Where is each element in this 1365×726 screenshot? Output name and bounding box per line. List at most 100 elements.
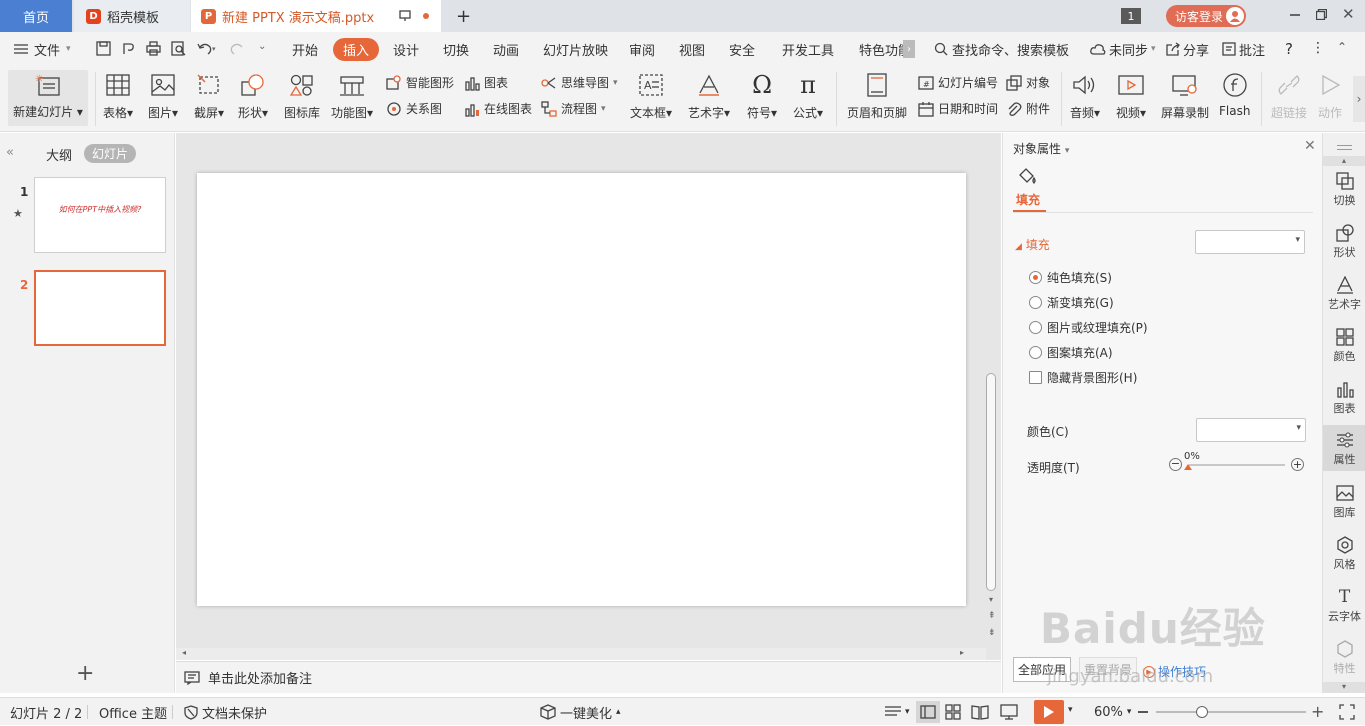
screen-record-button[interactable]: 屏幕录制 bbox=[1161, 70, 1209, 121]
zoom-level[interactable]: 60% ▾ bbox=[1094, 698, 1131, 726]
scroll-left-icon[interactable]: ◂ bbox=[182, 648, 186, 657]
vertical-scrollbar-thumb[interactable] bbox=[986, 373, 996, 591]
add-slide-plus-icon[interactable]: + bbox=[76, 663, 94, 685]
screenshot-button[interactable]: 截屏▾ bbox=[194, 70, 224, 121]
redo-icon[interactable] bbox=[230, 41, 245, 56]
sidebar-scroll-down-icon[interactable]: ▾ bbox=[1323, 682, 1365, 693]
export-icon[interactable] bbox=[121, 41, 136, 56]
help-icon[interactable]: ? bbox=[1285, 40, 1293, 58]
slides-tab[interactable]: 幻灯片 bbox=[84, 144, 137, 163]
menu-insert[interactable]: 插入 bbox=[333, 32, 380, 66]
close-window-icon[interactable]: ✕ bbox=[1342, 5, 1355, 23]
share-button[interactable]: 分享 bbox=[1166, 32, 1209, 66]
current-slide[interactable] bbox=[197, 173, 966, 606]
quick-access-dropdown-icon[interactable]: ⌄ bbox=[258, 41, 266, 52]
previous-slide-icon[interactable]: ⇞ bbox=[988, 611, 996, 621]
play-dropdown-icon[interactable]: ▾ bbox=[1068, 705, 1073, 715]
action-button[interactable]: 动作 bbox=[1318, 70, 1342, 121]
transparency-minus-icon[interactable]: − bbox=[1169, 458, 1182, 471]
slide-sorter-view-icon[interactable] bbox=[945, 704, 961, 720]
function-chart-button[interactable]: 功能图▾ bbox=[331, 70, 373, 121]
horizontal-scrollbar[interactable]: ◂ ▸ bbox=[176, 648, 986, 660]
window-count-badge[interactable]: 1 bbox=[1121, 8, 1141, 24]
side-tool-features[interactable]: 特性 bbox=[1323, 638, 1365, 676]
table-button[interactable]: 表格▾ bbox=[103, 70, 133, 121]
flowchart-button[interactable]: 流程图 ▾ bbox=[541, 100, 606, 117]
slide-number-button[interactable]: # 幻灯片编号 bbox=[918, 74, 998, 91]
collapse-panel-icon[interactable]: « bbox=[6, 145, 14, 160]
reading-view-icon[interactable] bbox=[971, 704, 989, 720]
side-tool-color[interactable]: 颜色 bbox=[1323, 326, 1365, 364]
side-tool-style[interactable]: 风格 bbox=[1323, 534, 1365, 572]
menu-review[interactable]: 审阅 bbox=[629, 32, 655, 66]
audio-button[interactable]: 音频▾ bbox=[1070, 70, 1100, 121]
slide-thumbnail[interactable]: 如何在PPT中插入视频? bbox=[34, 177, 166, 253]
mind-map-button[interactable]: 思维导图 ▾ bbox=[541, 74, 618, 91]
attachment-button[interactable]: 附件 bbox=[1006, 100, 1050, 117]
document-protection[interactable]: 文档未保护 bbox=[184, 698, 267, 726]
color-dropdown[interactable] bbox=[1196, 418, 1306, 442]
online-chart-button[interactable]: 在线图表 bbox=[464, 100, 532, 117]
object-button[interactable]: 对象 bbox=[1006, 74, 1050, 91]
sync-status[interactable]: 未同步 ▾ bbox=[1090, 32, 1156, 66]
play-slideshow-button[interactable] bbox=[1034, 700, 1064, 724]
symbol-button[interactable]: Ω 符号▾ bbox=[747, 70, 777, 121]
pane-title[interactable]: 对象属性 ▾ bbox=[1013, 140, 1069, 157]
textbox-button[interactable]: A 文本框▾ bbox=[630, 70, 672, 121]
side-tool-transition[interactable]: 切换 bbox=[1323, 170, 1365, 208]
formula-button[interactable]: π 公式▾ bbox=[793, 70, 823, 121]
scroll-down-icon[interactable]: ▾ bbox=[989, 595, 993, 604]
close-pane-icon[interactable]: ✕ bbox=[1304, 138, 1316, 154]
side-tool-shape[interactable]: 形状 bbox=[1323, 222, 1365, 260]
menu-design[interactable]: 设计 bbox=[393, 32, 419, 66]
print-preview-icon[interactable] bbox=[171, 41, 186, 56]
menu-start[interactable]: 开始 bbox=[292, 32, 318, 66]
menu-animation[interactable]: 动画 bbox=[493, 32, 519, 66]
side-tool-wordart[interactable]: 艺术字 bbox=[1323, 274, 1365, 312]
menu-developer[interactable]: 开发工具 bbox=[782, 32, 834, 66]
normal-view-button[interactable] bbox=[916, 701, 940, 723]
fill-section-header[interactable]: ◢ 填充 bbox=[1015, 236, 1050, 253]
gradient-fill-radio[interactable]: 渐变填充(G) bbox=[1029, 294, 1114, 311]
transparency-slider-track[interactable] bbox=[1189, 464, 1285, 466]
screen-icon[interactable] bbox=[399, 10, 411, 22]
fill-tab[interactable]: 填充 bbox=[1016, 191, 1040, 208]
relation-chart-button[interactable]: 关系图 bbox=[386, 100, 442, 117]
hyperlink-button[interactable]: 超链接 bbox=[1271, 70, 1307, 121]
header-footer-button[interactable]: 页眉和页脚 bbox=[847, 70, 907, 121]
hide-background-checkbox[interactable]: 隐藏背景图形(H) bbox=[1029, 369, 1137, 386]
menu-transition[interactable]: 切换 bbox=[443, 32, 469, 66]
restore-icon[interactable] bbox=[1316, 9, 1327, 20]
smart-shape-button[interactable]: 智能图形 bbox=[386, 74, 454, 91]
minimize-icon[interactable] bbox=[1290, 14, 1300, 16]
wordart-button[interactable]: 艺术字▾ bbox=[688, 70, 730, 121]
transparency-plus-icon[interactable]: + bbox=[1291, 458, 1304, 471]
file-menu[interactable]: 文件 ▾ bbox=[14, 32, 71, 66]
picture-fill-radio[interactable]: 图片或纹理填充(P) bbox=[1029, 319, 1148, 336]
fill-bucket-icon[interactable] bbox=[1017, 167, 1037, 185]
picture-button[interactable]: 图片▾ bbox=[148, 70, 178, 121]
ribbon-scroll-right-icon[interactable]: › bbox=[1353, 76, 1365, 122]
comment-button[interactable]: 批注 bbox=[1222, 32, 1265, 66]
video-button[interactable]: 视频▾ bbox=[1116, 70, 1146, 121]
pattern-fill-radio[interactable]: 图案填充(A) bbox=[1029, 344, 1113, 361]
tab-docer-templates[interactable]: D 稻壳模板 bbox=[74, 0, 190, 32]
new-tab-plus-icon[interactable]: + bbox=[456, 6, 471, 27]
zoom-slider-thumb[interactable] bbox=[1196, 706, 1208, 718]
solid-fill-radio[interactable]: 纯色填充(S) bbox=[1029, 269, 1112, 286]
zoom-in-icon[interactable]: + bbox=[1311, 702, 1324, 721]
print-icon[interactable] bbox=[146, 41, 161, 56]
chart-button[interactable]: 图表 bbox=[464, 74, 508, 91]
zoom-out-icon[interactable] bbox=[1138, 711, 1148, 713]
theme-name[interactable]: Office 主题 bbox=[99, 698, 167, 726]
menu-scroll-right-icon[interactable]: › bbox=[903, 40, 915, 58]
fit-window-icon[interactable] bbox=[1339, 704, 1355, 720]
slide-thumbnail-selected[interactable] bbox=[34, 270, 166, 346]
notes-bar[interactable]: 单击此处添加备注 bbox=[176, 661, 1001, 693]
icon-library-button[interactable]: 图标库 bbox=[284, 70, 320, 121]
one-click-beautify[interactable]: 一键美化 ▴ bbox=[540, 698, 621, 726]
next-slide-icon[interactable]: ⇟ bbox=[988, 628, 996, 638]
side-tool-chart[interactable]: 图表 bbox=[1323, 378, 1365, 416]
sidebar-scroll-up-icon[interactable]: ▴ bbox=[1323, 156, 1365, 166]
login-button[interactable]: 访客登录 bbox=[1166, 5, 1246, 27]
